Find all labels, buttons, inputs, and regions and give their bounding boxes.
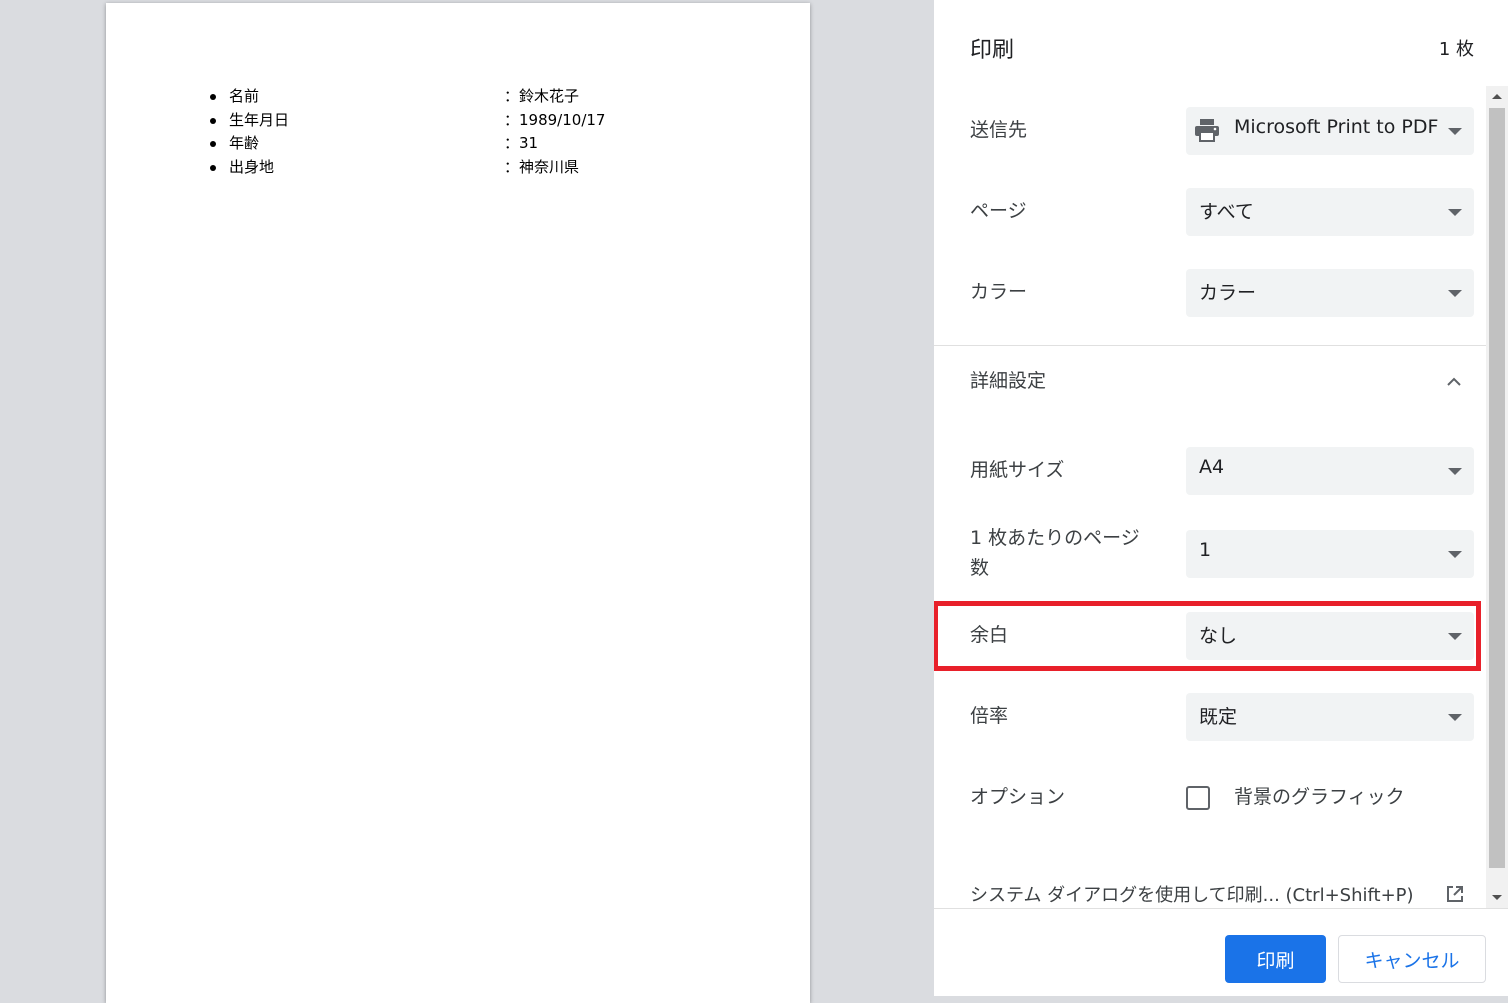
pages-per-sheet-select[interactable]: 1 — [1186, 530, 1474, 578]
scroll-up-icon[interactable] — [1492, 94, 1502, 99]
bullet-icon — [210, 141, 216, 148]
open-in-new-icon[interactable] — [1445, 884, 1465, 904]
item-label: 名前 — [229, 87, 260, 105]
footer-divider — [934, 908, 1508, 909]
pages-select[interactable]: すべて — [1186, 188, 1474, 236]
system-dialog-link[interactable]: システム ダイアログを使用して印刷... (Ctrl+Shift+P) — [970, 881, 1414, 907]
scrollbar-thumb[interactable] — [1489, 108, 1505, 868]
cancel-button[interactable]: キャンセル — [1338, 935, 1486, 983]
dropdown-arrow-icon — [1448, 128, 1462, 135]
options-label: オプション — [970, 786, 1066, 808]
item-value: ：31 — [504, 134, 539, 153]
bullet-icon — [210, 94, 216, 100]
sheet-count: 1 枚 — [1438, 39, 1474, 60]
color-select[interactable]: カラー — [1186, 269, 1474, 317]
settings-scroll-region[interactable]: 送信先 Microsoft Print to PDF ページ すべて カラー カ… — [934, 86, 1508, 908]
advanced-settings-toggle[interactable]: 詳細設定 — [970, 366, 1046, 396]
bullet-icon — [210, 117, 216, 124]
paper-size-select[interactable]: A4 — [1186, 447, 1474, 495]
bullet-icon — [210, 164, 216, 171]
pages-per-sheet-value: 1 — [1199, 539, 1212, 561]
pages-per-sheet-label-line2: 数 — [970, 557, 990, 579]
item-label: 出身地 — [229, 157, 275, 176]
print-preview-area: 名前 ：鈴木花子 生年月日 ：1989/10/17 年齢 ：31 出身地 ：神奈… — [0, 0, 934, 1003]
pages-per-sheet-label-line1: 1 枚あたりのページ — [970, 527, 1140, 549]
background-graphics-checkbox[interactable] — [1186, 786, 1210, 810]
paper-size-value: A4 — [1199, 456, 1225, 478]
item-label: 年齢 — [229, 134, 260, 153]
dropdown-arrow-icon — [1448, 209, 1462, 216]
printer-icon — [1195, 119, 1219, 142]
print-settings-sidebar: 印刷 1 枚 送信先 Microsoft Print to PDF ページ すべ… — [934, 0, 1508, 996]
dropdown-arrow-icon — [1448, 290, 1462, 297]
chevron-up-icon[interactable] — [1446, 374, 1462, 390]
color-value: カラー — [1199, 282, 1257, 304]
background-graphics-label[interactable]: 背景のグラフィック — [1234, 782, 1405, 809]
scroll-down-icon[interactable] — [1492, 895, 1502, 900]
scale-select[interactable]: 既定 — [1186, 693, 1474, 741]
item-value: ：神奈川県 — [504, 157, 580, 176]
scale-value: 既定 — [1199, 706, 1238, 728]
destination-label: 送信先 — [970, 119, 1028, 141]
print-button[interactable]: 印刷 — [1225, 935, 1326, 983]
item-value: ：1989/10/17 — [504, 110, 606, 129]
preview-page: 名前 ：鈴木花子 生年月日 ：1989/10/17 年齢 ：31 出身地 ：神奈… — [106, 3, 810, 1003]
scale-label: 倍率 — [970, 705, 1009, 727]
pages-value: すべて — [1199, 201, 1254, 223]
print-title: 印刷 — [970, 38, 1015, 63]
color-label: カラー — [970, 281, 1028, 303]
item-value: ：鈴木花子 — [504, 87, 580, 105]
destination-select[interactable]: Microsoft Print to PDF — [1186, 107, 1474, 155]
destination-value: Microsoft Print to PDF — [1234, 116, 1439, 138]
section-divider — [934, 345, 1508, 346]
dropdown-arrow-icon — [1448, 468, 1462, 475]
margins-highlight-box — [934, 601, 1481, 671]
dropdown-arrow-icon — [1448, 551, 1462, 558]
dropdown-arrow-icon — [1448, 714, 1462, 721]
paper-size-label: 用紙サイズ — [970, 459, 1065, 481]
pages-label: ページ — [970, 200, 1027, 222]
settings-scrollbar[interactable] — [1486, 86, 1508, 908]
item-label: 生年月日 — [229, 110, 290, 129]
